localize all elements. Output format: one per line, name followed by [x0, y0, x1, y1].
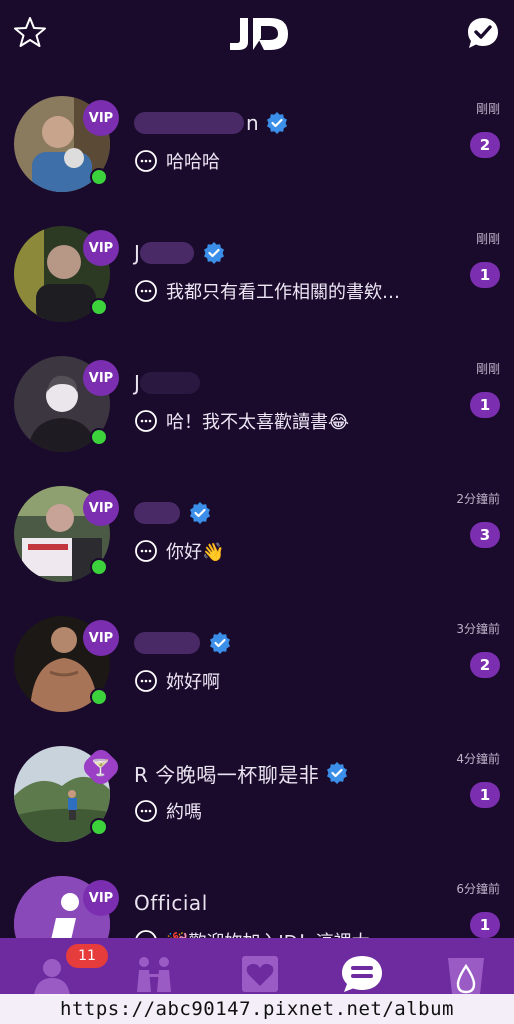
contact-name: n — [134, 108, 289, 138]
star-icon[interactable] — [14, 16, 46, 48]
unread-count-badge: 1 — [470, 262, 500, 288]
vip-badge: VIP — [83, 230, 119, 266]
unread-count-badge: 1 — [470, 912, 500, 938]
last-message: 我都只有看工作相關的書欸… — [134, 276, 400, 306]
online-status-dot — [90, 818, 108, 836]
unread-count-badge: 1 — [470, 782, 500, 808]
blurred-name — [140, 242, 195, 264]
chat-row[interactable]: VIP J 哈！我不太喜歡讀書😂 剛剛 1 — [0, 346, 514, 476]
last-message: 哈！我不太喜歡讀書😂 — [134, 406, 349, 436]
vip-badge: VIP — [83, 880, 119, 916]
contact-name: Official — [134, 888, 208, 918]
contact-name: J — [134, 238, 226, 268]
contact-name — [134, 498, 212, 528]
cocktail-glyph: 🍸 — [91, 757, 111, 777]
online-status-dot — [90, 688, 108, 706]
message-text: 約嗎 — [166, 802, 202, 823]
name-text: Official — [134, 891, 208, 915]
unread-count-badge: 2 — [470, 652, 500, 678]
shop-nav-icon[interactable] — [444, 952, 488, 996]
verified-icon — [267, 112, 288, 134]
chat-list: VIP n 哈哈哈 剛剛 2 VIP J 我都只有看工作相關的書欸… 剛剛 1 … — [0, 86, 514, 996]
contact-name — [134, 628, 232, 658]
message-bubble-icon — [135, 800, 157, 822]
message-text: 你好👋 — [166, 542, 225, 563]
vip-badge: VIP — [83, 490, 119, 526]
message-text: 妳好啊 — [166, 672, 220, 693]
chat-nav-icon[interactable] — [340, 952, 384, 996]
blurred-name — [134, 112, 244, 134]
message-bubble-icon — [135, 150, 157, 172]
message-bubble-icon — [135, 540, 157, 562]
timestamp: 3分鐘前 — [456, 622, 500, 636]
timestamp: 2分鐘前 — [456, 492, 500, 506]
online-status-dot — [90, 298, 108, 316]
last-message: 妳好啊 — [134, 666, 220, 696]
message-bubble-icon — [135, 280, 157, 302]
chat-row[interactable]: 🍸 R 今晚喝一杯聊是非 約嗎 4分鐘前 1 — [0, 736, 514, 866]
chat-row[interactable]: VIP J 我都只有看工作相關的書欸… 剛剛 1 — [0, 216, 514, 346]
vip-badge: VIP — [83, 100, 119, 136]
timestamp: 4分鐘前 — [456, 752, 500, 766]
couple-nav-icon[interactable] — [132, 952, 176, 996]
message-text: 我都只有看工作相關的書欸… — [166, 282, 400, 303]
watermark-url: https://abc90147.pixnet.net/album — [0, 994, 514, 1024]
blurred-name — [134, 632, 200, 654]
verified-icon — [204, 242, 225, 264]
contact-name: J — [134, 368, 202, 398]
online-status-dot — [90, 558, 108, 576]
message-text: 哈！我不太喜歡讀書😂 — [166, 412, 350, 433]
vip-badge: VIP — [83, 620, 119, 656]
message-text: 哈哈哈 — [166, 152, 220, 173]
verified-icon — [210, 632, 230, 654]
verified-icon — [327, 762, 348, 784]
contact-name: R 今晚喝一杯聊是非 — [134, 758, 349, 788]
online-status-dot — [90, 428, 108, 446]
top-bar — [0, 0, 514, 70]
heart-nav-icon[interactable] — [238, 952, 282, 996]
verified-icon — [190, 502, 210, 524]
last-message: 你好👋 — [134, 536, 224, 566]
timestamp: 剛剛 — [475, 102, 500, 116]
blurred-name — [134, 502, 180, 524]
chat-row[interactable]: VIP 妳好啊 3分鐘前 2 — [0, 606, 514, 736]
jd-logo — [230, 18, 288, 50]
chat-row[interactable]: VIP n 哈哈哈 剛剛 2 — [0, 86, 514, 216]
timestamp: 6分鐘前 — [456, 882, 500, 896]
chat-row[interactable]: VIP 你好👋 2分鐘前 3 — [0, 476, 514, 606]
blurred-name — [140, 372, 201, 394]
timestamp: 剛剛 — [475, 362, 500, 376]
online-status-dot — [90, 168, 108, 186]
message-bubble-icon — [135, 670, 157, 692]
notification-count-badge: 11 — [66, 944, 108, 968]
unread-count-badge: 2 — [470, 132, 500, 158]
message-bubble-icon — [135, 410, 157, 432]
unread-count-badge: 1 — [470, 392, 500, 418]
name-text: R 今晚喝一杯聊是非 — [134, 762, 320, 787]
unread-count-badge: 3 — [470, 522, 500, 548]
last-message: 哈哈哈 — [134, 146, 220, 176]
name-text: n — [246, 111, 260, 135]
last-message: 約嗎 — [134, 796, 202, 826]
timestamp: 剛剛 — [475, 232, 500, 246]
vip-badge: VIP — [83, 360, 119, 396]
read-all-check-icon[interactable] — [466, 16, 500, 50]
